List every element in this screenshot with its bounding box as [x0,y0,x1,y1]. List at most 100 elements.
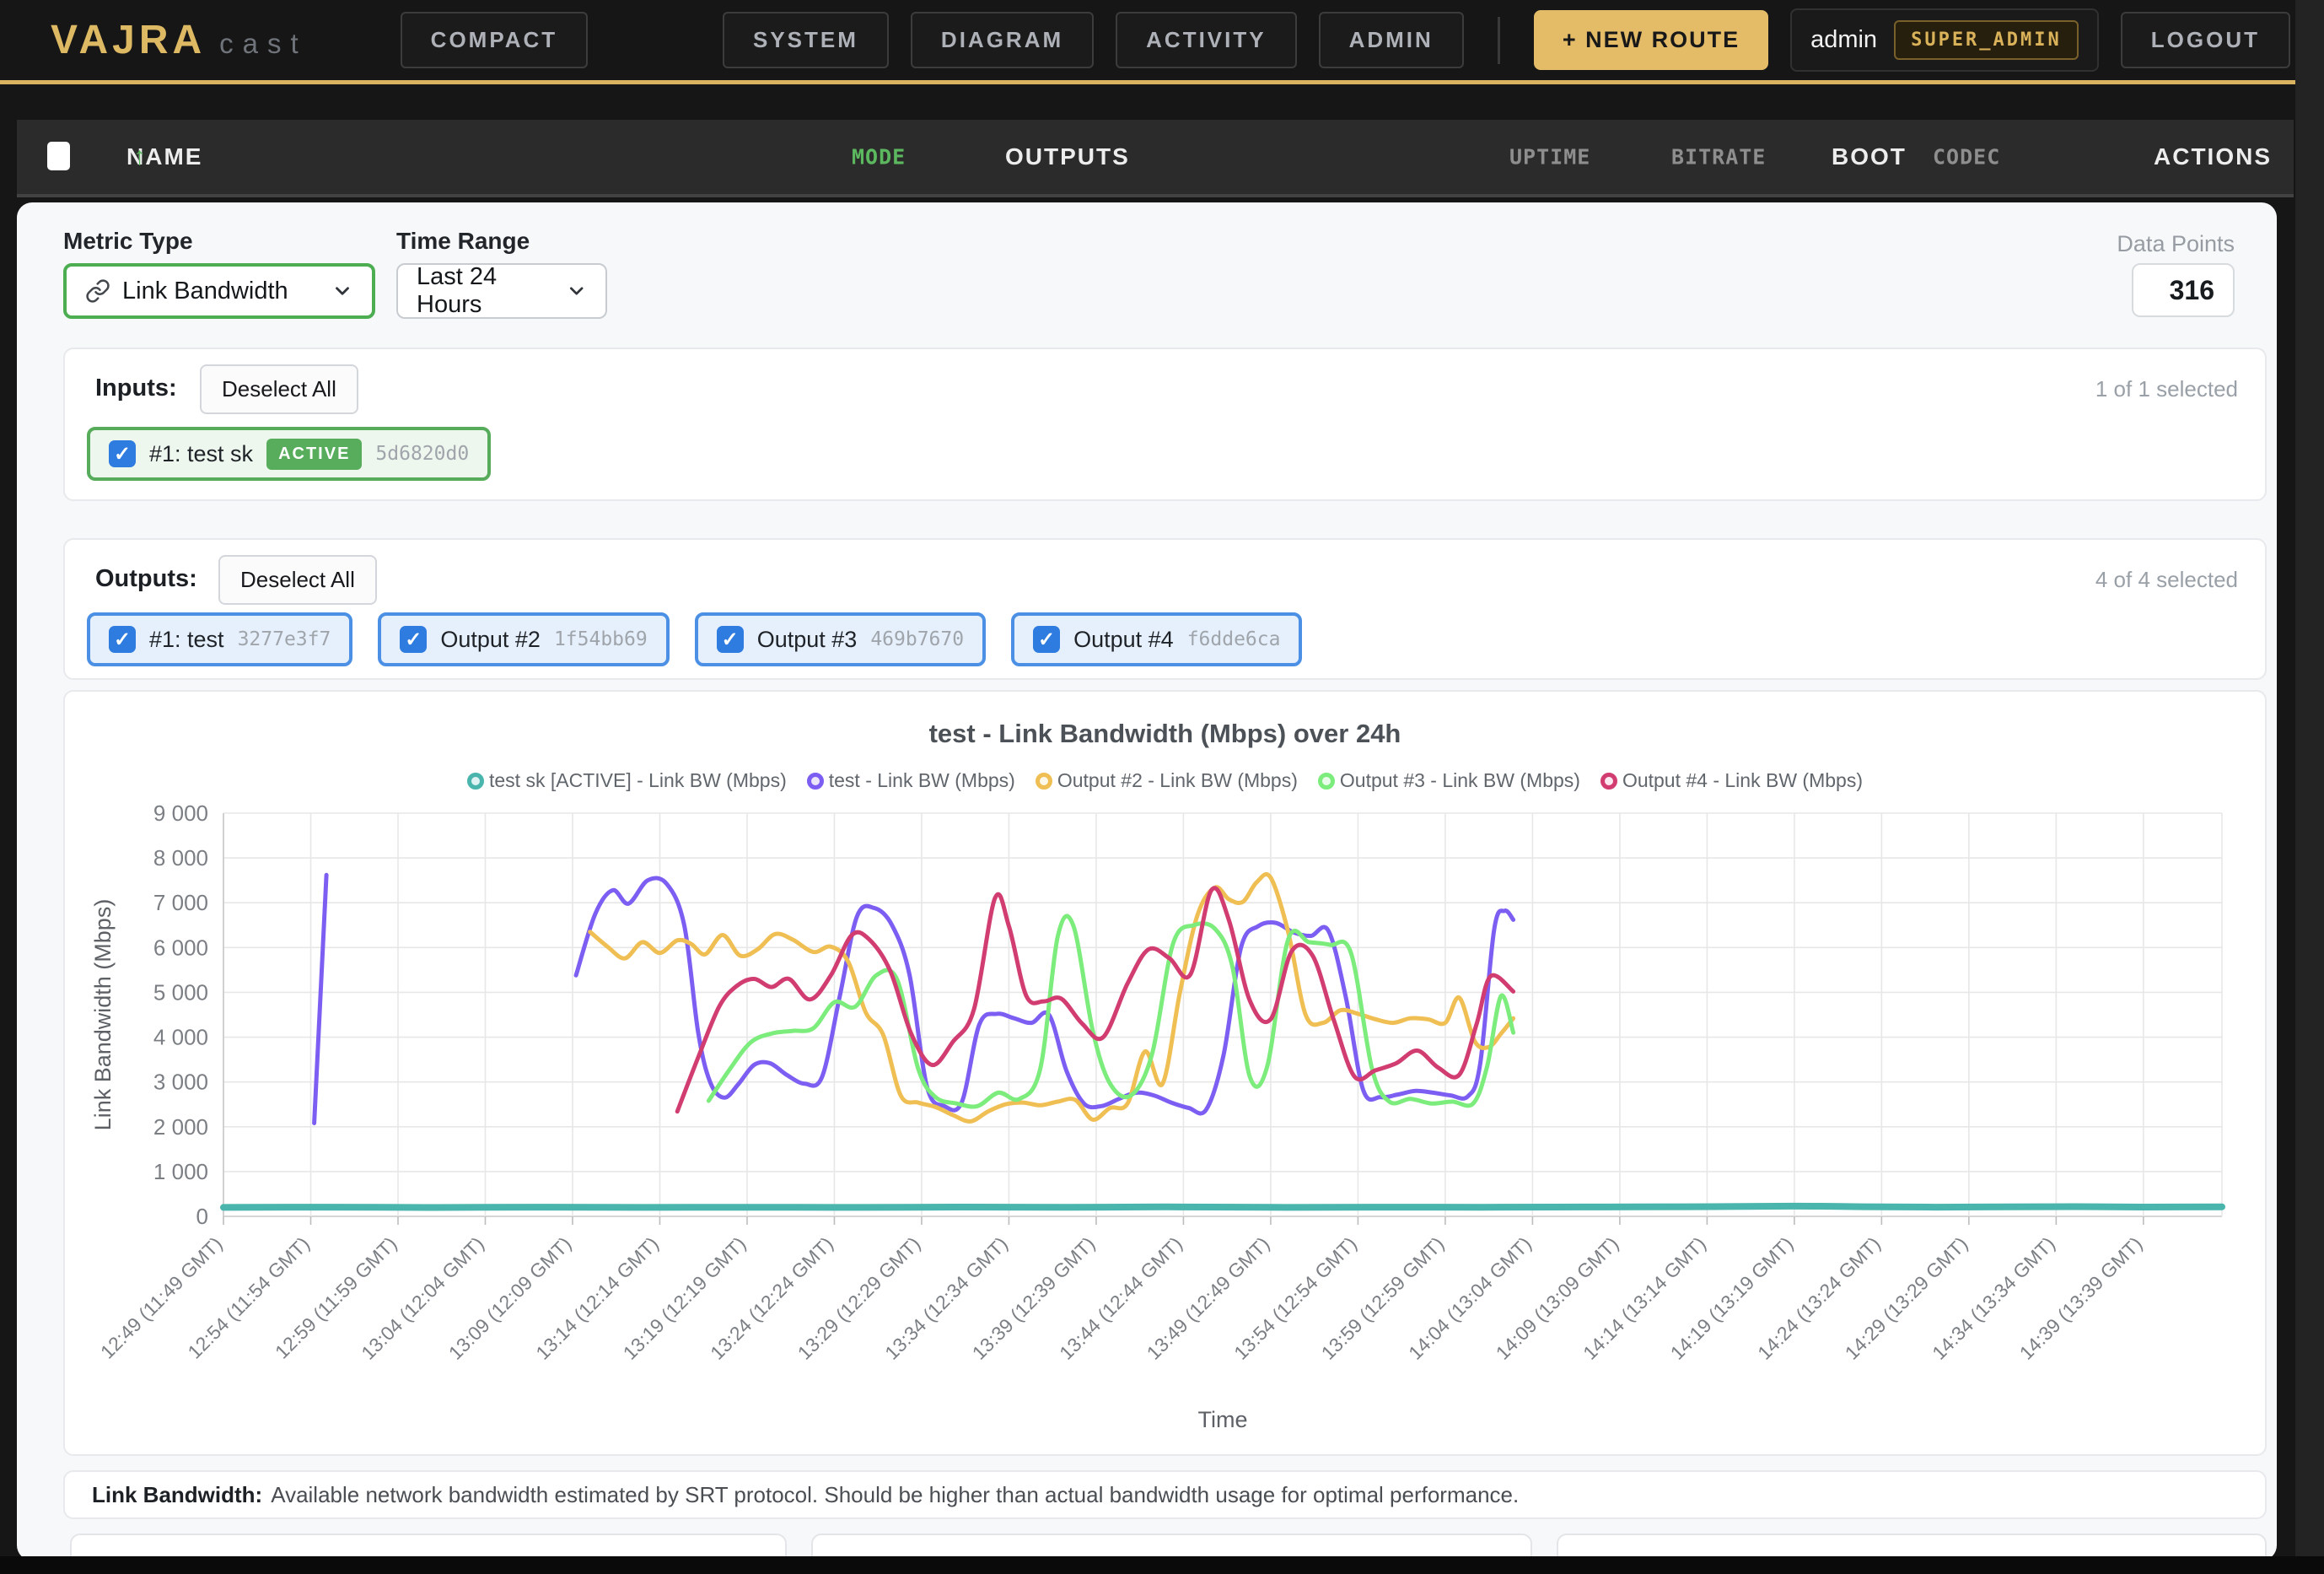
output-chip-label: Output #3 [757,627,858,653]
nav-divider [1498,17,1500,64]
legend-marker-icon [807,773,824,790]
column-actions[interactable]: ACTIONS [2154,143,2272,170]
output-chip-id: f6dde6ca [1187,628,1281,650]
chart-legend: test sk [ACTIVE] - Link BW (Mbps) test - … [65,769,2265,792]
y-tick-label: 3 000 [153,1070,208,1095]
user-box: admin SUPER_ADMIN [1790,8,2099,72]
legend-label: test - Link BW (Mbps) [829,769,1015,792]
time-range-value: Last 24 Hours [417,263,566,319]
checkbox[interactable]: ✓ [109,626,136,653]
y-tick-label: 4 000 [153,1025,208,1050]
series-line [223,1206,2222,1208]
nav-button-admin[interactable]: ADMIN [1319,12,1464,68]
username-label: admin [1810,26,1877,54]
chart-title: test - Link Bandwidth (Mbps) over 24h [65,719,2265,749]
metric-description-card: Link Bandwidth: Available network bandwi… [63,1470,2267,1519]
input-chip[interactable]: ✓ #1: test sk ACTIVE 5d6820d0 [87,427,491,481]
output-chip[interactable]: ✓#1: test3277e3f7 [87,612,352,666]
output-chip[interactable]: ✓ Output #4 f6dde6ca [1011,612,1302,666]
output-chip[interactable]: ✓ Output #3 469b7670 [695,612,986,666]
outputs-card: Outputs: Deselect All 4 of 4 selected ✓#… [63,538,2267,680]
nav-group: SYSTEM DIAGRAM ACTIVITY ADMIN + NEW ROUTE a… [723,8,2290,72]
output-chip-row: ✓#1: test3277e3f7✓Output #21f54bb69✓Outp… [87,612,1302,666]
checkbox[interactable]: ✓ [400,626,427,653]
series-line [677,888,1513,1112]
checkbox[interactable]: ✓ [717,626,744,653]
nav-button-activity[interactable]: ACTIVITY [1116,12,1296,68]
legend-item[interactable]: test - Link BW (Mbps) [807,769,1015,792]
legend-label: Output #3 - Link BW (Mbps) [1340,769,1580,792]
checkbox[interactable]: ✓ [1033,626,1060,653]
output-chip[interactable]: ✓Output #21f54bb69 [378,612,669,666]
output-chip-id: 469b7670 [870,628,964,650]
column-codec[interactable]: CODEC [1933,145,2000,170]
input-chip-label: #1: test sk [149,441,253,467]
legend-item[interactable]: Output #4 - Link BW (Mbps) [1600,769,1863,792]
inputs-title: Inputs: [95,375,177,402]
inputs-deselect-all-button[interactable]: Deselect All [200,364,358,414]
metrics-panel: Metric Type Link Bandwidth Time Range La… [17,202,2277,1561]
legend-marker-icon [1600,773,1617,790]
bottom-edge [0,1556,2324,1574]
outputs-title: Outputs: [95,565,197,593]
legend-marker-icon [1036,773,1052,790]
column-uptime[interactable]: UPTIME [1509,145,1590,170]
legend-item[interactable]: test sk [ACTIVE] - Link BW (Mbps) [467,769,787,792]
legend-marker-icon [467,773,484,790]
logout-button[interactable]: LOGOUT [2121,12,2290,68]
new-route-button[interactable]: + NEW ROUTE [1534,10,1768,70]
select-all-checkbox[interactable] [47,142,70,170]
input-chip-id: 5d6820d0 [375,443,469,465]
series-line [315,875,327,1123]
brand-suffix: cast [219,28,308,60]
legend-item[interactable]: Output #2 - Link BW (Mbps) [1036,769,1298,792]
output-chip-label: Output #4 [1073,627,1174,653]
brand-name: VAJRA [51,17,206,63]
chevron-down-icon [331,280,353,302]
outputs-deselect-all-button[interactable]: Deselect All [218,555,377,605]
output-chip-label: #1: test [149,627,224,653]
time-range-label: Time Range [396,228,530,255]
role-badge: SUPER_ADMIN [1894,20,2079,60]
y-axis-title: Link Bandwidth (Mbps) [90,899,116,1131]
y-tick-label: 1 000 [153,1159,208,1184]
metric-type-value: Link Bandwidth [122,278,288,305]
bandwidth-line-chart: 01 0002 0003 0004 0005 0006 0007 0008 00… [80,801,2247,1451]
legend-label: test sk [ACTIVE] - Link BW (Mbps) [489,769,787,792]
metric-description-text: Available network bandwidth estimated by… [271,1482,1519,1508]
sort-ascending-icon: ↑ [133,143,148,171]
input-chip-row: ✓ #1: test sk ACTIVE 5d6820d0 [87,427,491,481]
output-chip-label: Output #2 [440,627,541,653]
column-mode[interactable]: MODE [852,145,906,170]
app-screen: VAJRA cast COMPACT SYSTEM DIAGRAM ACTIVITY… [0,0,2324,1574]
chart-card: test - Link Bandwidth (Mbps) over 24h te… [63,690,2267,1456]
brand-logo: VAJRA cast [51,17,308,63]
metric-type-label: Metric Type [63,228,193,255]
nav-button-system[interactable]: SYSTEM [723,12,889,68]
y-tick-label: 7 000 [153,890,208,915]
metric-type-select[interactable]: Link Bandwidth [63,263,375,319]
legend-marker-icon [1318,773,1335,790]
column-outputs[interactable]: OUTPUTS [1005,143,1130,170]
legend-item[interactable]: Output #3 - Link BW (Mbps) [1318,769,1580,792]
status-badge: ACTIVE [266,439,362,470]
metric-description-title: Link Bandwidth: [92,1482,262,1508]
nav-button-diagram[interactable]: DIAGRAM [911,12,1094,68]
scrollbar-track[interactable] [2295,0,2324,1574]
y-tick-label: 6 000 [153,935,208,960]
chevron-down-icon [566,280,587,302]
column-bitrate[interactable]: BITRATE [1671,145,1766,170]
y-tick-label: 0 [196,1204,208,1229]
y-tick-label: 9 000 [153,801,208,826]
column-boot[interactable]: BOOT [1832,143,1907,170]
legend-label: Output #4 - Link BW (Mbps) [1622,769,1863,792]
top-navigation-bar: VAJRA cast COMPACT SYSTEM DIAGRAM ACTIVITY… [0,0,2324,84]
y-tick-label: 2 000 [153,1114,208,1140]
y-tick-label: 5 000 [153,979,208,1005]
legend-label: Output #2 - Link BW (Mbps) [1057,769,1298,792]
data-points-value: 316 [2132,263,2235,317]
time-range-select[interactable]: Last 24 Hours [396,263,607,319]
inputs-card: Inputs: Deselect All 1 of 1 selected ✓#1… [63,348,2267,501]
checkbox[interactable]: ✓ [109,440,136,467]
compact-button[interactable]: COMPACT [401,12,589,68]
